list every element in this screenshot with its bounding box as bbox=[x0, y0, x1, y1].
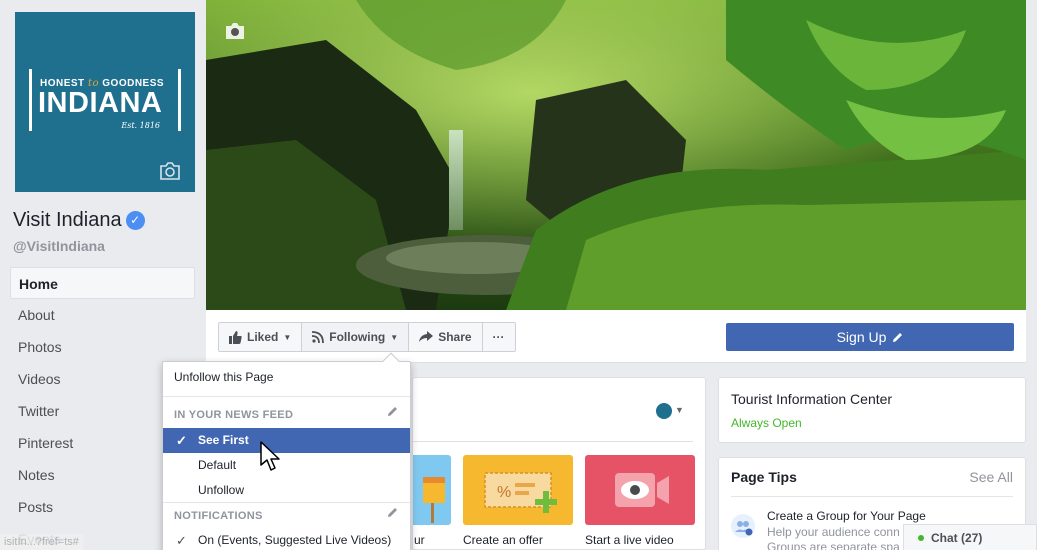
divider bbox=[163, 396, 410, 397]
page-tips-title: Page Tips bbox=[731, 469, 797, 485]
page-avatar[interactable] bbox=[656, 403, 672, 419]
cover-photo[interactable] bbox=[206, 0, 1026, 310]
create-post-card: ▼ % ur Create an offer Start a live vide… bbox=[412, 377, 706, 550]
option-unfollow[interactable]: Unfollow bbox=[163, 478, 410, 503]
online-status-icon bbox=[918, 534, 924, 541]
notifications-header: NOTIFICATIONS bbox=[174, 510, 263, 522]
following-label: Following bbox=[329, 330, 386, 344]
offer-coupon-icon: % bbox=[484, 472, 557, 513]
info-card: Tourist Information Center Always Open bbox=[718, 377, 1026, 443]
edit-pencil-icon[interactable] bbox=[387, 507, 398, 518]
verified-badge-icon: ✓ bbox=[125, 211, 145, 230]
following-dropdown-menu: Unfollow this Page IN YOUR NEWS FEED ✓ S… bbox=[162, 352, 411, 550]
sign-up-label: Sign Up bbox=[836, 329, 887, 345]
thumbs-up-icon bbox=[229, 330, 242, 344]
status-bar-url: isitIn...?fref=ts# bbox=[0, 534, 83, 550]
sign-up-button[interactable]: Sign Up bbox=[726, 323, 1014, 351]
notifications-setting[interactable]: ✓ On (Events, Suggested Live Videos) bbox=[163, 528, 410, 550]
share-label: Share bbox=[438, 330, 472, 344]
logo-est: Est. 1816 bbox=[121, 121, 160, 130]
rss-icon bbox=[312, 331, 325, 343]
logo-main-text: INDIANA bbox=[38, 87, 163, 119]
action-button-group: Liked ▼ Following ▼ Share ··· bbox=[218, 322, 516, 352]
page-handle[interactable]: @VisitIndiana bbox=[13, 238, 105, 254]
nav-item-about[interactable]: About bbox=[10, 299, 195, 331]
edit-pencil-icon[interactable] bbox=[387, 406, 398, 417]
chevron-down-icon: ▼ bbox=[283, 332, 292, 342]
mouse-cursor-icon bbox=[260, 441, 280, 471]
page-title[interactable]: Visit Indiana ✓ bbox=[13, 209, 145, 232]
checkmark-icon: ✓ bbox=[176, 533, 187, 548]
following-button[interactable]: Following ▼ bbox=[302, 323, 410, 351]
nav-item-photos[interactable]: Photos bbox=[10, 331, 195, 363]
divider bbox=[731, 496, 1013, 497]
tile-event-label[interactable]: ur bbox=[414, 533, 425, 547]
divider bbox=[413, 441, 693, 442]
tile-create-offer-label[interactable]: Create an offer bbox=[463, 533, 543, 547]
indiana-logo: HONEST to GOODNESS INDIANA Est. 1816 bbox=[29, 69, 181, 131]
video-camera-icon bbox=[615, 473, 669, 507]
nav-item-home[interactable]: Home bbox=[10, 267, 195, 299]
tile-create-offer[interactable]: % bbox=[463, 455, 573, 525]
profile-picture[interactable]: HONEST to GOODNESS INDIANA Est. 1816 bbox=[15, 12, 195, 192]
divider bbox=[163, 502, 410, 503]
tile-live-video-label[interactable]: Start a live video bbox=[585, 533, 674, 547]
cover-photo-image bbox=[206, 0, 1026, 310]
event-illustration-icon bbox=[423, 477, 445, 523]
tip-title[interactable]: Create a Group for Your Page bbox=[767, 509, 926, 523]
checkmark-icon: ✓ bbox=[176, 433, 187, 448]
liked-button[interactable]: Liked ▼ bbox=[219, 323, 303, 351]
camera-icon[interactable] bbox=[159, 162, 181, 180]
option-see-first[interactable]: ✓ See First bbox=[163, 428, 410, 453]
pencil-icon bbox=[893, 332, 903, 342]
tip-description-line-1: Help your audience conn bbox=[767, 525, 900, 539]
tile-event[interactable] bbox=[413, 455, 451, 525]
chevron-down-icon: ▼ bbox=[390, 332, 399, 342]
chat-label: Chat (27) bbox=[931, 530, 983, 545]
share-button[interactable]: Share bbox=[409, 323, 483, 351]
chevron-down-icon[interactable]: ▼ bbox=[675, 405, 684, 415]
option-see-first-label: See First bbox=[198, 433, 249, 447]
group-icon bbox=[731, 514, 755, 538]
tip-description-line-2: Groups are separate spa bbox=[767, 540, 900, 550]
chat-bar[interactable]: Chat (27) bbox=[903, 524, 1037, 550]
page-name-text: Visit Indiana bbox=[13, 209, 122, 231]
tile-live-video[interactable] bbox=[585, 455, 695, 525]
news-feed-header: IN YOUR NEWS FEED bbox=[174, 409, 294, 421]
tip-description: Help your audience conn Groups are separ… bbox=[767, 525, 907, 550]
more-options-button[interactable]: ··· bbox=[483, 323, 515, 351]
hours-status: Always Open bbox=[731, 416, 802, 430]
more-dots-icon: ··· bbox=[492, 330, 505, 344]
cover-camera-icon[interactable] bbox=[224, 22, 246, 40]
option-default[interactable]: Default bbox=[163, 453, 410, 478]
notifications-setting-label: On (Events, Suggested Live Videos) bbox=[198, 533, 392, 547]
unfollow-page-item[interactable]: Unfollow this Page bbox=[163, 365, 410, 390]
liked-label: Liked bbox=[247, 330, 279, 344]
category-label[interactable]: Tourist Information Center bbox=[731, 391, 892, 407]
see-all-link[interactable]: See All bbox=[969, 469, 1013, 485]
svg-text:%: % bbox=[497, 484, 511, 501]
page-action-bar: Liked ▼ Following ▼ Share ··· Sign Up bbox=[206, 310, 1026, 363]
share-arrow-icon bbox=[419, 331, 434, 342]
